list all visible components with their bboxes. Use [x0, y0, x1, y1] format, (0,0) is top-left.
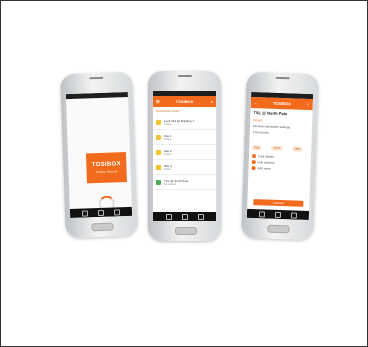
entry-row[interactable]: Add route: [248, 165, 310, 173]
app-title: TOSIBOX: [175, 99, 194, 104]
list-item-text: Site 1 Online: [164, 134, 172, 141]
service-chip[interactable]: HTTP: [271, 145, 283, 152]
recent-nav-icon[interactable]: [197, 213, 204, 220]
lock-icon: [156, 149, 161, 155]
status-bar: [65, 91, 128, 100]
list-item[interactable]: TSL @ North Pole Connected: [153, 175, 216, 190]
app-title: TOSIBOX: [272, 100, 291, 107]
android-nav-bar[interactable]: [246, 208, 310, 221]
home-button[interactable]: [174, 227, 197, 235]
search-icon[interactable]: ⌕: [211, 99, 213, 104]
list-item-text: Site 2 Online: [164, 149, 172, 156]
list-item-title: Lock 312 @ Building 7: [164, 118, 195, 123]
android-nav-bar[interactable]: [69, 206, 133, 219]
recent-nav-icon[interactable]: [290, 211, 298, 219]
home-button[interactable]: [267, 224, 290, 234]
tosibox-logo: TOSIBOX Tosibox Remote: [85, 152, 127, 184]
entry-label: Sub network: [257, 160, 275, 165]
home-button[interactable]: [91, 222, 114, 232]
list-item-title: Site 1: [164, 133, 172, 138]
list-item-subtitle: Online: [164, 137, 172, 141]
home-nav-icon[interactable]: [97, 209, 105, 216]
menu-icon[interactable]: ☰: [156, 99, 160, 104]
list-screen: ☰ TOSIBOX ⌕ Accessible Locks Lock 312 @ …: [153, 91, 216, 221]
logo-title: TOSIBOX: [91, 161, 121, 169]
list-item[interactable]: Site 3 Online: [153, 160, 216, 175]
connect-button[interactable]: Connect: [253, 199, 304, 207]
app-bar: ☰ TOSIBOX ⌕: [153, 96, 216, 107]
lock-icon: [156, 134, 161, 140]
status-dot-icon: [251, 154, 257, 159]
list-item-title: Site 3: [164, 163, 172, 168]
list-item[interactable]: Lock 312 @ Building 7 Online: [153, 115, 216, 130]
lock-icon: [156, 164, 161, 170]
lock-list: Lock 312 @ Building 7 Online Site 1 Online S…: [153, 115, 216, 190]
logo-subtitle: Tosibox Remote: [95, 169, 118, 175]
list-item-text: Lock 312 @ Building 7 Online: [164, 119, 194, 126]
back-nav-icon[interactable]: [165, 213, 172, 220]
more-icon[interactable]: ⋮: [306, 102, 310, 107]
list-item-subtitle: Online: [164, 152, 172, 156]
back-nav-icon[interactable]: [81, 209, 89, 217]
entry-label: Add route: [257, 166, 271, 171]
status-dot-icon: [251, 160, 256, 165]
app-bar: ← TOSIBOX ⋮: [250, 96, 314, 111]
entry-label: Lock details: [257, 154, 274, 159]
lock-icon: [156, 119, 161, 125]
service-chip[interactable]: Ping: [252, 145, 262, 151]
android-nav-bar[interactable]: [153, 212, 216, 221]
list-item-title: TSL @ North Pole: [164, 178, 189, 183]
list-item-subtitle: Connected: [164, 182, 177, 186]
splash-screen: TOSIBOX Tosibox Remote: [65, 91, 133, 219]
list-item-subtitle: Online: [164, 122, 172, 126]
chip-group: Ping HTTP SSH: [249, 135, 312, 155]
list-item-subtitle: Online: [164, 167, 172, 171]
unlocked-icon: [156, 179, 161, 185]
list-item[interactable]: Site 2 Online: [153, 145, 216, 160]
section-header: Accessible Locks: [156, 109, 180, 113]
back-nav-icon[interactable]: [258, 210, 266, 218]
details-screen: ← TOSIBOX ⋮ TSL @ North Pole Details Rem…: [246, 91, 314, 221]
service-chip[interactable]: SSH: [292, 146, 302, 152]
list-item-text: Site 3 Online: [164, 164, 172, 171]
recent-nav-icon[interactable]: [113, 208, 121, 216]
phone-details: ← TOSIBOX ⋮ TSL @ North Pole Details Rem…: [241, 71, 319, 241]
status-dot-icon: [251, 166, 256, 171]
image-frame: TOSIBOX Tosibox Remote ☰ TOSIBOX ⌕ Acces…: [0, 0, 368, 347]
home-nav-icon[interactable]: [274, 211, 282, 218]
list-item-title: Site 2: [164, 148, 172, 153]
back-arrow-icon[interactable]: ←: [254, 100, 258, 105]
list-item-text: TSL @ North Pole Connected: [164, 179, 188, 186]
phone-list: ☰ TOSIBOX ⌕ Accessible Locks Lock 312 @ …: [148, 71, 221, 241]
phone-splash: TOSIBOX Tosibox Remote: [60, 71, 138, 239]
list-item[interactable]: Site 1 Online: [153, 130, 216, 145]
home-nav-icon[interactable]: [181, 213, 188, 220]
